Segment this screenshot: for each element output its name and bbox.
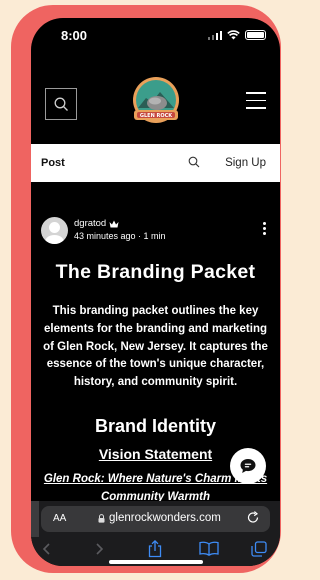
battery-icon [245, 30, 266, 40]
status-time: 8:00 [61, 28, 88, 43]
post-title: The Branding Packet [55, 261, 256, 283]
crown-icon [109, 220, 119, 227]
status-icons [207, 30, 266, 40]
reader-aa-button[interactable]: AA [53, 513, 66, 524]
post-meta: 43 minutes ago · 1 min [74, 231, 166, 241]
search-icon [54, 97, 68, 111]
share-icon[interactable] [148, 540, 162, 558]
tab-edge [31, 501, 39, 537]
lock-icon [98, 513, 105, 523]
post-author-row: dgratod 43 minutes ago · 1 min [41, 216, 271, 246]
sub-navigation: Post Sign Up [31, 144, 280, 182]
reload-icon[interactable] [247, 511, 260, 525]
status-bar: 8:00 [31, 18, 280, 58]
avatar[interactable] [41, 217, 68, 244]
site-header: GLEN ROCK [31, 66, 280, 126]
address-field[interactable]: AA glenrockwonders.com [41, 506, 270, 532]
search-icon[interactable] [188, 156, 200, 168]
more-options-icon[interactable] [263, 222, 267, 237]
url-display[interactable]: glenrockwonders.com [98, 512, 221, 524]
chat-icon [240, 459, 256, 473]
post-intro: This branding packet outlines the key el… [43, 305, 268, 389]
header-search-button[interactable] [45, 88, 77, 120]
brand-identity-heading: Brand Identity [94, 416, 216, 436]
back-icon[interactable] [41, 542, 53, 556]
svg-text:GLEN ROCK: GLEN ROCK [140, 113, 173, 119]
bookmarks-icon[interactable] [199, 541, 219, 556]
glen-rock-logo[interactable]: GLEN ROCK [128, 74, 184, 130]
sign-up-link[interactable]: Sign Up [225, 157, 266, 169]
chat-button[interactable] [230, 448, 266, 484]
author-name[interactable]: dgratod [74, 218, 119, 229]
cellular-signal-icon [207, 30, 222, 40]
post-nav-label[interactable]: Post [41, 157, 65, 169]
tabs-icon[interactable] [251, 541, 267, 557]
wifi-icon [227, 30, 240, 40]
menu-icon[interactable] [246, 92, 266, 110]
phone-screen: 8:00 GLEN ROCK Post Sign Up dgratod 43 m… [31, 18, 280, 566]
browser-address-bar: AA glenrockwonders.com [31, 501, 280, 537]
forward-icon[interactable] [93, 542, 105, 556]
home-indicator [109, 560, 203, 564]
